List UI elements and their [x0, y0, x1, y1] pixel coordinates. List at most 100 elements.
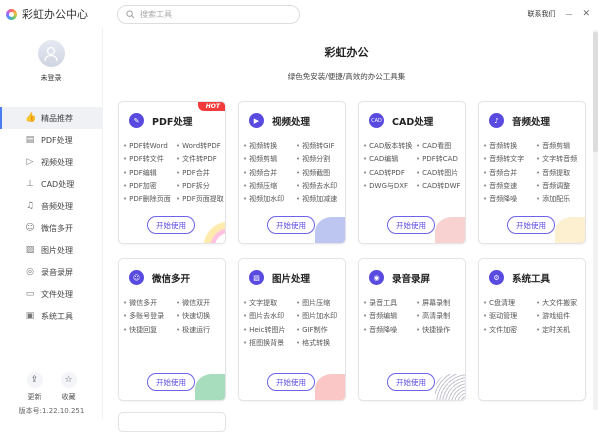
- tool-link[interactable]: GIF制作: [296, 325, 345, 335]
- tool-link[interactable]: 微信双开: [176, 298, 225, 308]
- scrollbar-thumb[interactable]: [593, 32, 598, 152]
- tool-link[interactable]: 文件转PDF: [176, 154, 225, 164]
- start-button[interactable]: 开始使用: [267, 373, 315, 391]
- tool-link[interactable]: 音频提取: [536, 168, 585, 178]
- sidebar-item-5[interactable]: ☺ 微信多开: [0, 217, 103, 239]
- tool-link[interactable]: PDF删除页面: [123, 194, 176, 204]
- tool-link[interactable]: PDF拆分: [176, 181, 225, 191]
- tool-link[interactable]: CAD转PDF: [363, 168, 416, 178]
- tool-link[interactable]: 快速切换: [176, 311, 225, 321]
- tool-link[interactable]: 定时关机: [536, 325, 585, 335]
- nav-icon: ◎: [26, 267, 34, 277]
- sidebar-item-1[interactable]: ▤ PDF处理: [0, 129, 103, 151]
- tool-link[interactable]: 音频合并: [483, 168, 536, 178]
- sidebar-item-3[interactable]: ⊥ CAD处理: [0, 173, 103, 195]
- start-button[interactable]: 开始使用: [147, 216, 195, 234]
- tool-link[interactable]: 快捷操作: [416, 325, 465, 335]
- tool-link[interactable]: Word转PDF: [176, 141, 225, 151]
- tool-link[interactable]: 多账号登录: [123, 311, 176, 321]
- card-icon: ☺: [129, 270, 144, 285]
- sidebar-item-9[interactable]: ▣ 系统工具: [0, 305, 103, 327]
- tool-link[interactable]: 游戏组件: [536, 311, 585, 321]
- tool-link[interactable]: 格式转换: [296, 338, 345, 348]
- tool-link[interactable]: 录音工具: [363, 298, 416, 308]
- tool-link[interactable]: 图片去水印: [243, 311, 296, 321]
- avatar[interactable]: [37, 40, 65, 67]
- tool-link[interactable]: 屏幕录制: [416, 298, 465, 308]
- contact-us-link[interactable]: 联系我们: [527, 9, 555, 19]
- tool-link[interactable]: 视频去水印: [296, 181, 345, 191]
- tool-link[interactable]: PDF转文件: [123, 154, 176, 164]
- tool-link[interactable]: 视频转换: [243, 141, 296, 151]
- tool-link[interactable]: 视频加水印: [243, 194, 296, 204]
- tool-link[interactable]: C盘清理: [483, 298, 536, 308]
- tool-link[interactable]: CAD编辑: [363, 154, 416, 164]
- minimize-button[interactable]: —: [565, 10, 572, 18]
- tool-link[interactable]: 快捷回复: [123, 325, 176, 335]
- tool-link[interactable]: PDF编辑: [123, 168, 176, 178]
- tool-link[interactable]: 音频转文字: [483, 154, 536, 164]
- tool-link[interactable]: 视频截图: [296, 168, 345, 178]
- tool-link[interactable]: 音频转换: [483, 141, 536, 151]
- tool-link[interactable]: 视频合并: [243, 168, 296, 178]
- tool-link[interactable]: PDF合并: [176, 168, 225, 178]
- start-button[interactable]: 开始使用: [507, 216, 555, 234]
- rainbow-logo-icon: [6, 8, 17, 20]
- tool-link[interactable]: 添加配乐: [536, 194, 585, 204]
- tool-link[interactable]: CAD转图片: [416, 168, 465, 178]
- sidebar-item-0[interactable]: 👍 精品推荐: [0, 107, 103, 129]
- start-button[interactable]: 开始使用: [147, 373, 195, 391]
- tool-link[interactable]: 音频降噪: [363, 325, 416, 335]
- tool-link[interactable]: 图片加水印: [296, 311, 345, 321]
- tool-link[interactable]: 大文件搬家: [536, 298, 585, 308]
- hot-badge: HOT: [197, 102, 225, 111]
- close-button[interactable]: ✕: [582, 9, 590, 19]
- tool-link[interactable]: PDF转CAD: [416, 154, 465, 164]
- tool-link[interactable]: PDF页面提取: [176, 194, 225, 204]
- start-button[interactable]: 开始使用: [267, 216, 315, 234]
- tool-link[interactable]: CAD版本转换: [363, 141, 416, 151]
- search-input[interactable]: 搜索工具: [117, 4, 300, 24]
- login-status[interactable]: 未登录: [0, 73, 102, 83]
- tool-link[interactable]: 音频调整: [536, 181, 585, 191]
- tool-link[interactable]: 视频转GIF: [296, 141, 345, 151]
- start-button[interactable]: 开始使用: [387, 216, 435, 234]
- sidebar-item-label: 文件处理: [41, 289, 73, 299]
- update-button[interactable]: ⇪ 更新: [26, 372, 43, 402]
- nav-icon: ▣: [25, 311, 35, 321]
- tool-link[interactable]: 视频加减速: [296, 194, 345, 204]
- sidebar-item-8[interactable]: ▭ 文件处理: [0, 283, 103, 305]
- tool-link[interactable]: 视频分割: [296, 154, 345, 164]
- tool-link[interactable]: 音频剪辑: [536, 141, 585, 151]
- tool-link[interactable]: 极速运行: [176, 325, 225, 335]
- tool-link[interactable]: 音频变速: [483, 181, 536, 191]
- tool-link[interactable]: PDF加密: [123, 181, 176, 191]
- sidebar-item-7[interactable]: ◎ 录音录屏: [0, 261, 103, 283]
- tool-link[interactable]: 抠图换背景: [243, 338, 296, 348]
- sidebar-item-2[interactable]: ▷ 视频处理: [0, 151, 103, 173]
- tool-link[interactable]: CAD看图: [416, 141, 465, 151]
- sidebar-item-label: 录音录屏: [41, 267, 73, 277]
- tool-link[interactable]: 视频压缩: [243, 181, 296, 191]
- tool-link[interactable]: 图片压缩: [296, 298, 345, 308]
- tool-link[interactable]: 视频剪辑: [243, 154, 296, 164]
- tool-link[interactable]: 驱动管理: [483, 311, 536, 321]
- card-title: CAD处理: [392, 116, 434, 128]
- tool-link[interactable]: 音频降噪: [483, 194, 536, 204]
- tool-link[interactable]: Heic转图片: [243, 325, 296, 335]
- start-button[interactable]: 开始使用: [387, 373, 435, 391]
- tool-link[interactable]: CAD转DWF: [416, 181, 465, 191]
- sidebar-item-6[interactable]: ▨ 图片处理: [0, 239, 103, 261]
- tool-link[interactable]: 高清录制: [416, 311, 465, 321]
- tool-link[interactable]: PDF转Word: [123, 141, 176, 151]
- sidebar-item-4[interactable]: ♫ 音频处理: [0, 195, 103, 217]
- tool-link[interactable]: 文件加密: [483, 325, 536, 335]
- tool-link[interactable]: 文字提取: [243, 298, 296, 308]
- tool-link[interactable]: 微信多开: [123, 298, 176, 308]
- tool-link[interactable]: 音频编辑: [363, 311, 416, 321]
- tool-link[interactable]: 文字转音频: [536, 154, 585, 164]
- tool-link[interactable]: DWG与DXF: [363, 181, 416, 191]
- sidebar: 未登录 👍 精品推荐 ▤ PDF处理 ▷ 视频处理 ⊥ CAD处理 ♫ 音频处理 ☺ 微信多开 ▨ 图片处…: [0, 28, 103, 419]
- card-title: 图片处理: [272, 273, 311, 285]
- favorite-button[interactable]: ☆ 收藏: [60, 372, 77, 402]
